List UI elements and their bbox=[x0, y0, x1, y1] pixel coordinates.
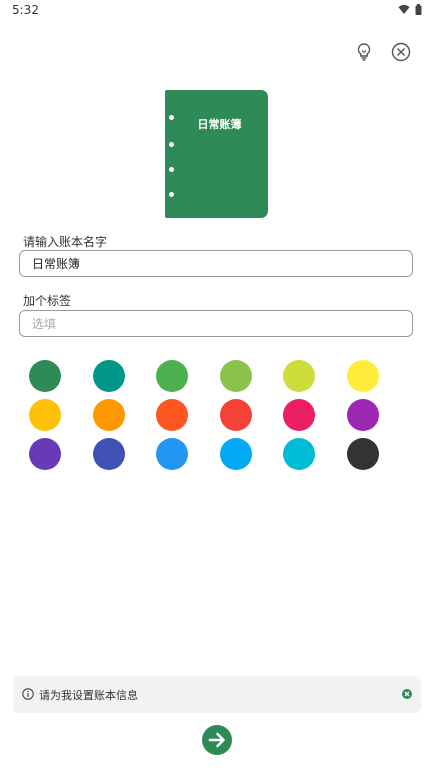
close-icon[interactable] bbox=[402, 689, 412, 699]
wifi-icon bbox=[398, 5, 410, 14]
color-swatch[interactable] bbox=[347, 438, 379, 470]
book-hole bbox=[169, 167, 174, 172]
color-swatch[interactable] bbox=[347, 360, 379, 392]
status-icons bbox=[398, 4, 422, 15]
color-swatch[interactable] bbox=[156, 360, 189, 392]
color-swatch[interactable] bbox=[347, 399, 379, 431]
tip-bar: 请为我设置账本信息 bbox=[13, 676, 421, 713]
color-swatch[interactable] bbox=[283, 360, 316, 392]
color-swatch[interactable] bbox=[156, 399, 189, 431]
color-swatch[interactable] bbox=[156, 438, 189, 470]
status-bar: 5:32 bbox=[0, 0, 434, 22]
tag-label: 加个标签 bbox=[23, 294, 72, 308]
book-title: 日常账簿 bbox=[197, 118, 242, 131]
next-button[interactable] bbox=[202, 725, 232, 755]
status-time: 5:32 bbox=[12, 3, 39, 17]
color-swatch[interactable] bbox=[283, 399, 316, 431]
tag-input[interactable] bbox=[19, 310, 413, 337]
book-hole bbox=[169, 115, 174, 120]
color-swatch[interactable] bbox=[29, 438, 61, 470]
name-label: 请输入账本名字 bbox=[23, 235, 108, 249]
book-preview: 日常账簿 bbox=[165, 90, 268, 218]
color-swatch[interactable] bbox=[92, 399, 125, 431]
arrow-right-icon bbox=[208, 732, 225, 748]
color-swatch[interactable] bbox=[219, 399, 252, 431]
color-swatch[interactable] bbox=[92, 360, 125, 392]
color-swatch[interactable] bbox=[29, 399, 61, 431]
color-swatch[interactable] bbox=[219, 438, 252, 470]
close-button[interactable] bbox=[389, 40, 413, 64]
hint-button[interactable] bbox=[352, 40, 376, 64]
tip-text: 请为我设置账本信息 bbox=[39, 689, 138, 702]
close-circle-icon bbox=[391, 42, 411, 62]
color-swatch[interactable] bbox=[29, 360, 61, 392]
info-icon bbox=[22, 688, 34, 700]
color-swatch[interactable] bbox=[92, 438, 125, 470]
lightbulb-icon bbox=[357, 43, 371, 61]
color-swatch[interactable] bbox=[219, 360, 252, 392]
color-swatch[interactable] bbox=[283, 438, 316, 470]
book-hole bbox=[169, 192, 174, 197]
book-hole bbox=[169, 142, 174, 147]
battery-icon bbox=[415, 4, 422, 15]
name-input[interactable] bbox=[19, 250, 413, 277]
